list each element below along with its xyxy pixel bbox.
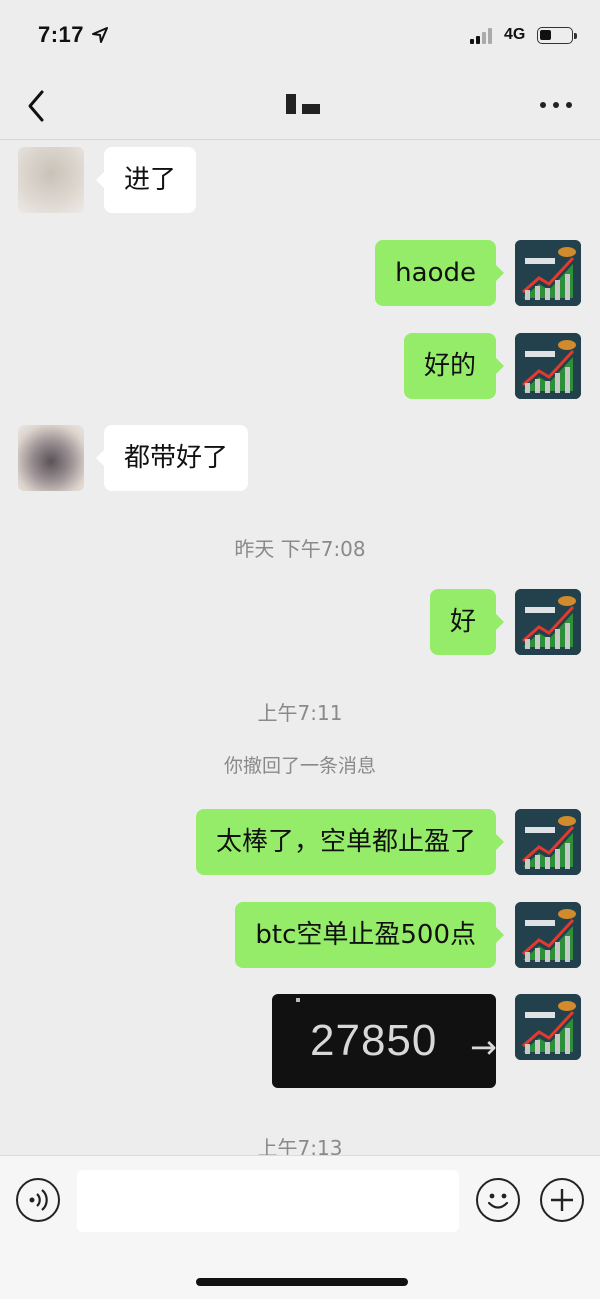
timestamp: 上午7:13 <box>257 1136 343 1155</box>
battery-icon <box>537 27 577 44</box>
message-bubble-right[interactable]: btc空单止盈500点 <box>235 902 504 968</box>
message-bubble-left[interactable]: 都带好了 <box>95 425 249 491</box>
my-avatar[interactable] <box>515 809 581 875</box>
voice-icon <box>29 1189 48 1211</box>
plus-icon <box>551 1189 573 1211</box>
voice-button[interactable] <box>16 1178 60 1222</box>
plus-button[interactable] <box>540 1178 584 1222</box>
contact-avatar[interactable] <box>18 147 84 213</box>
my-avatar[interactable] <box>515 240 581 306</box>
chat-header <box>0 70 600 140</box>
contact-avatar[interactable] <box>18 425 84 491</box>
image-arrow-icon: → <box>470 1028 496 1066</box>
status-bar: 7:17 4G <box>0 0 600 70</box>
signal-icon <box>470 28 496 44</box>
chat-area[interactable]: 进了 haode 好的 都带好了 昨天 下午7:08 好 上午7:11 你撤回了… <box>0 141 600 1155</box>
recall-notice: 你撤回了一条消息 <box>223 755 376 777</box>
message-bubble-right[interactable]: 好 <box>429 589 505 655</box>
my-avatar[interactable] <box>515 589 581 655</box>
my-avatar[interactable] <box>515 994 581 1060</box>
image-message[interactable]: 27850 → <box>272 994 496 1088</box>
image-price-text: 27850 <box>310 1016 438 1065</box>
emoji-icon <box>487 1193 509 1209</box>
timestamp: 昨天 下午7:08 <box>234 537 366 561</box>
message-input[interactable] <box>77 1170 459 1232</box>
location-arrow-icon <box>92 27 108 43</box>
home-indicator[interactable] <box>196 1278 408 1286</box>
back-chevron-icon[interactable] <box>22 88 52 124</box>
message-bubble-right[interactable]: haode <box>375 240 504 306</box>
emoji-button[interactable] <box>476 1178 520 1222</box>
more-dots-icon[interactable] <box>540 102 574 110</box>
status-time: 7:17 <box>38 22 85 47</box>
message-bubble-left[interactable]: 进了 <box>95 147 197 213</box>
message-bubble-right[interactable]: 太棒了，空单都止盈了 <box>195 809 505 875</box>
my-avatar[interactable] <box>515 902 581 968</box>
message-bubble-right[interactable]: 好的 <box>403 333 505 399</box>
network-type: 4G <box>504 26 526 43</box>
chat-title-redacted <box>286 94 336 118</box>
my-avatar[interactable] <box>515 333 581 399</box>
timestamp: 上午7:11 <box>257 701 343 725</box>
input-bar <box>0 1155 600 1299</box>
